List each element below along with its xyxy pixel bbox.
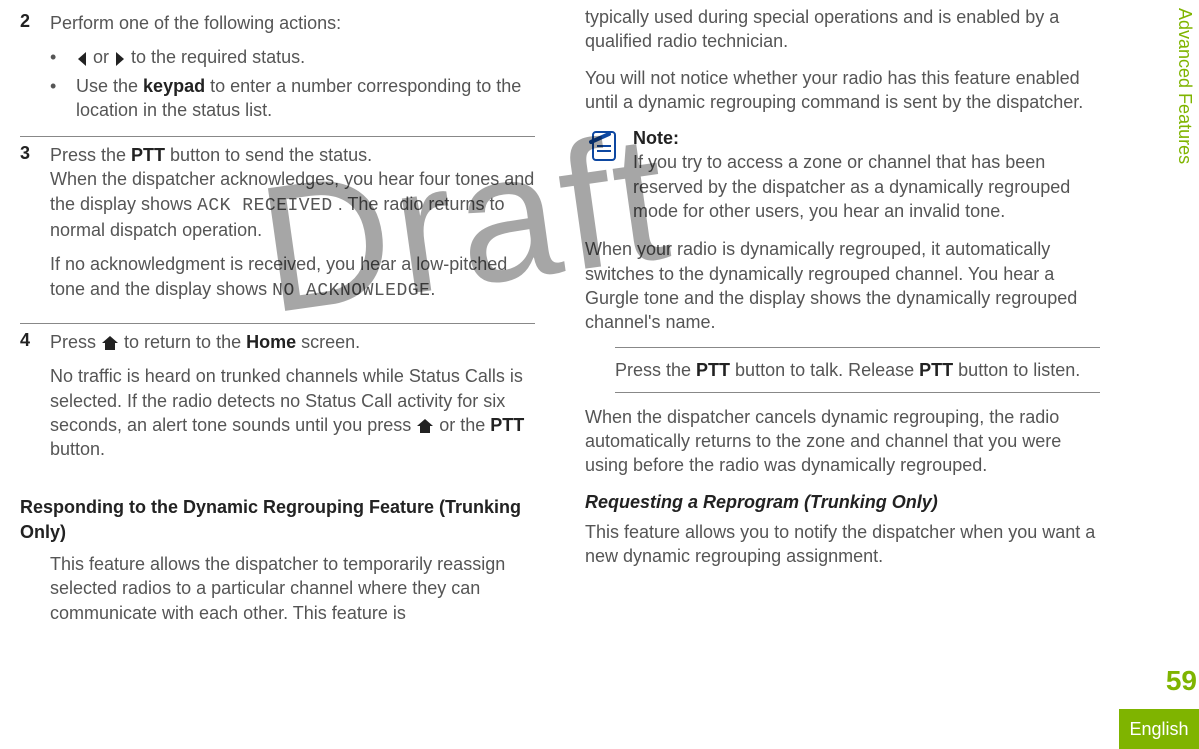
- s4p1a: Press: [50, 332, 101, 352]
- pttd: PTT: [919, 360, 953, 380]
- responding-para: This feature allows the dispatcher to te…: [50, 552, 535, 625]
- step-3: 3 Press the PTT button to send the statu…: [20, 137, 535, 324]
- ptta: Press the: [615, 360, 696, 380]
- home-icon: [416, 418, 434, 434]
- step-body: Press to return to the Home screen. No t…: [50, 330, 535, 471]
- step2-bullet-2: • Use the keypad to enter a number corre…: [50, 74, 535, 123]
- note-label: Note:: [633, 128, 679, 148]
- r-p5: This feature allows you to notify the di…: [585, 520, 1100, 569]
- left-column: 2 Perform one of the following actions: …: [20, 5, 565, 637]
- arrow-left-icon: [76, 51, 88, 67]
- right-sidebar: Advanced Features: [1167, 0, 1199, 749]
- ack-received-code: ACK RECEIVED: [197, 196, 333, 216]
- s3p3b: .: [430, 279, 435, 299]
- bullet-dot: •: [50, 45, 76, 69]
- ptte: button to listen.: [953, 360, 1080, 380]
- step-2: 2 Perform one of the following actions: …: [20, 5, 535, 137]
- arrow-right-icon: [114, 51, 126, 67]
- s4p2d: button.: [50, 439, 105, 459]
- requesting-heading: Requesting a Reprogram (Trunking Only): [585, 490, 1100, 514]
- page-content: 2 Perform one of the following actions: …: [0, 0, 1150, 637]
- s3p1c: button to send the status.: [165, 145, 372, 165]
- step-4: 4 Press to return to the Home screen. No…: [20, 324, 535, 481]
- bullet1-mid: or: [88, 47, 114, 67]
- step-number: 3: [20, 143, 50, 313]
- s4p2c: PTT: [490, 415, 524, 435]
- note-text: If you try to access a zone or channel t…: [633, 152, 1070, 221]
- step2-intro: Perform one of the following actions:: [50, 11, 535, 35]
- responding-heading: Responding to the Dynamic Regrouping Fea…: [20, 495, 535, 544]
- note-icon: [585, 126, 633, 223]
- b2b: keypad: [143, 76, 205, 96]
- pttc: button to talk. Release: [730, 360, 919, 380]
- step-body: Perform one of the following actions: • …: [50, 11, 535, 126]
- step-body: Press the PTT button to send the status.…: [50, 143, 535, 313]
- home-icon: [101, 335, 119, 351]
- note-block: Note: If you try to access a zone or cha…: [585, 126, 1100, 223]
- step-number: 2: [20, 11, 50, 126]
- s4p1c: Home: [246, 332, 296, 352]
- r-p3: When your radio is dynamically regrouped…: [585, 237, 1100, 334]
- step-number: 4: [20, 330, 50, 471]
- r-p1: typically used during special operations…: [585, 5, 1100, 54]
- r-p4: When the dispatcher cancels dynamic regr…: [585, 405, 1100, 478]
- right-column: typically used during special operations…: [565, 5, 1110, 637]
- step2-bullet-1: • or to the required status.: [50, 45, 535, 69]
- s3p1a: Press the: [50, 145, 131, 165]
- pttb: PTT: [696, 360, 730, 380]
- language-box: English: [1119, 709, 1199, 749]
- page-number: 59: [1161, 665, 1199, 697]
- bullet1-post: to the required status.: [126, 47, 305, 67]
- s3p1b: PTT: [131, 145, 165, 165]
- b2a: Use the: [76, 76, 143, 96]
- ptt-instruction: Press the PTT button to talk. Release PT…: [615, 347, 1100, 393]
- section-label: Advanced Features: [1174, 8, 1195, 164]
- s4p1d: screen.: [296, 332, 360, 352]
- s4p1b: to return to the: [119, 332, 246, 352]
- r-p2: You will not notice whether your radio h…: [585, 66, 1100, 115]
- no-ack-code: NO ACKNOWLEDGE: [272, 281, 430, 301]
- s4p2b: or the: [434, 415, 490, 435]
- bullet-dot: •: [50, 74, 76, 123]
